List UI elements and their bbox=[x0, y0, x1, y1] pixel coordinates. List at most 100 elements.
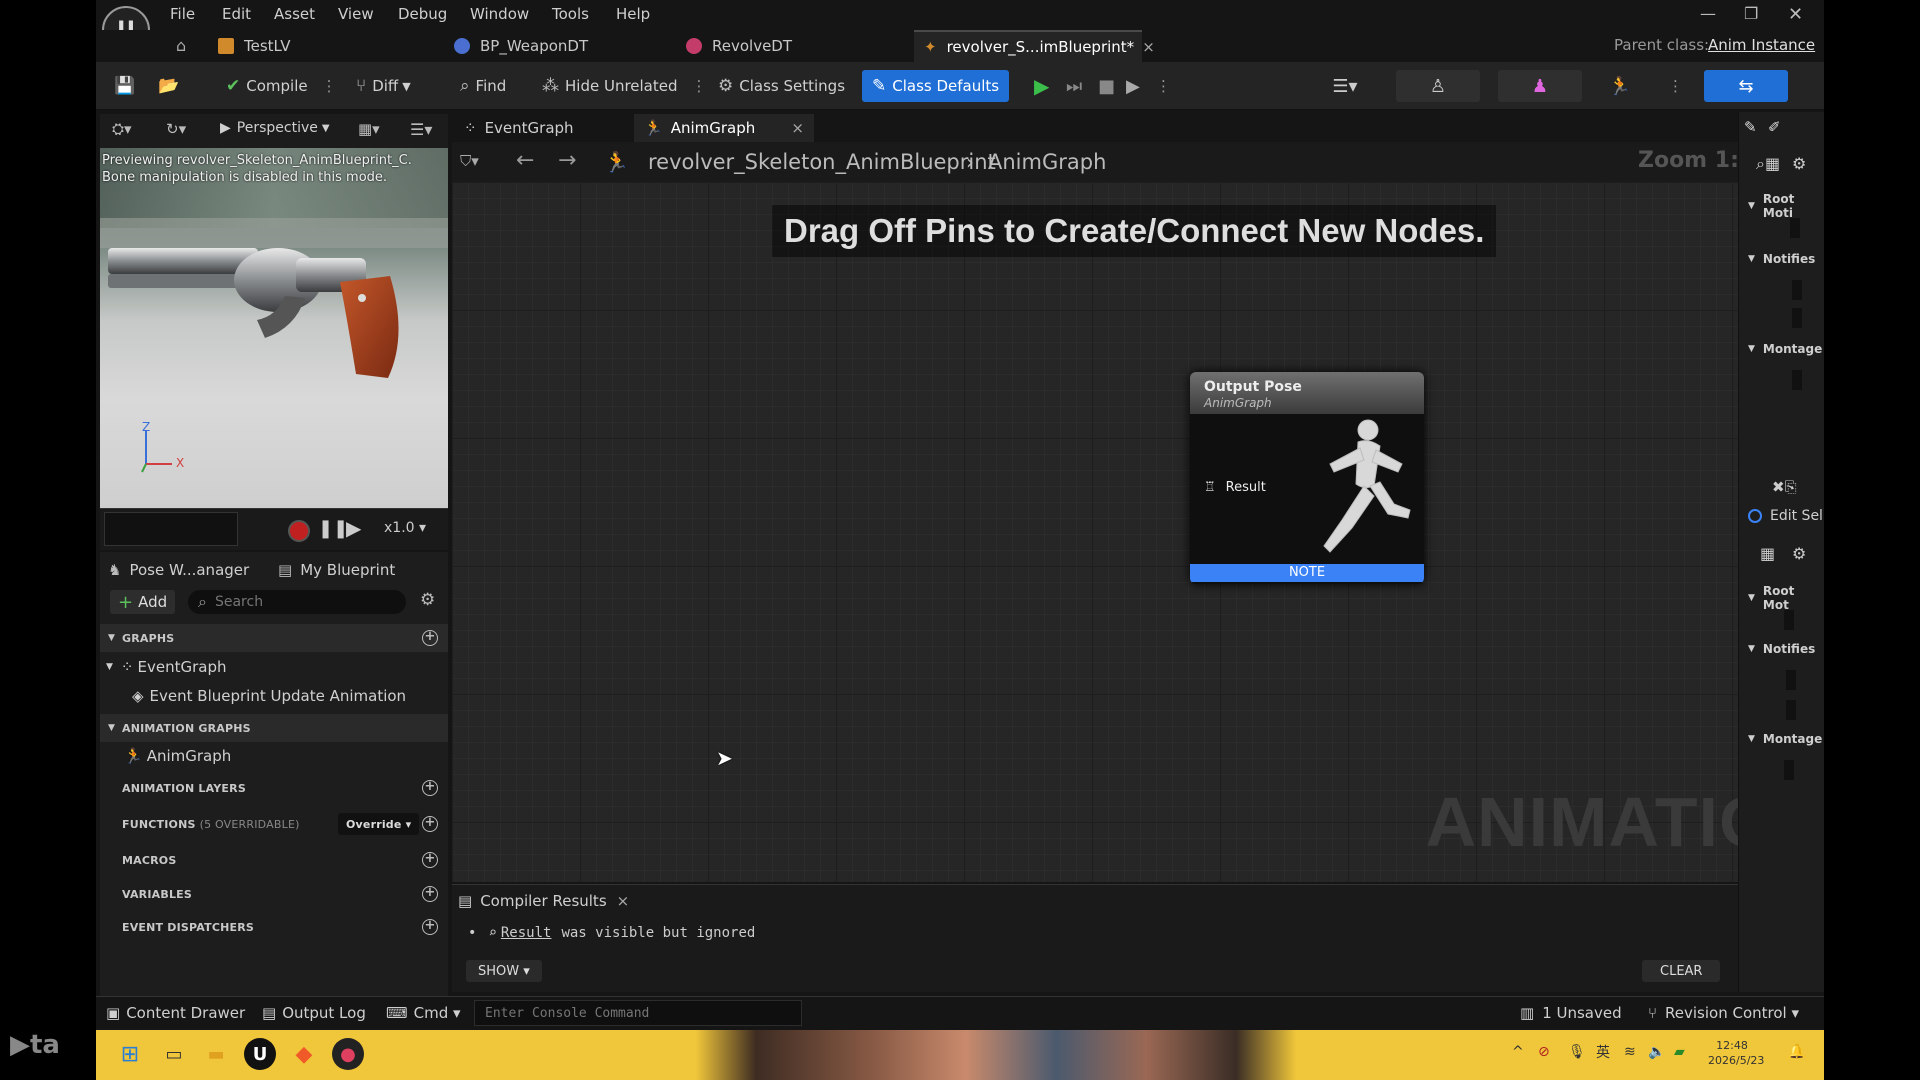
section-event-dispatchers[interactable]: EVENT DISPATCHERS + bbox=[100, 913, 448, 941]
menu-debug[interactable]: Debug bbox=[398, 5, 447, 23]
app-icon[interactable]: ● bbox=[332, 1038, 364, 1070]
more-options-icon[interactable]: ⋮ bbox=[692, 77, 707, 95]
step-icon[interactable]: ⏭ bbox=[1066, 70, 1082, 102]
file-explorer-icon[interactable]: ▬ bbox=[200, 1038, 232, 1070]
notification-icon[interactable]: 🔔 bbox=[1788, 1044, 1805, 1060]
tab-eventgraph[interactable]: ⁘ EventGraph bbox=[454, 114, 584, 142]
preview-viewport[interactable]: Previewing revolver_Skeleton_AnimBluepri… bbox=[100, 148, 448, 508]
close-tab-icon[interactable]: × bbox=[617, 892, 630, 910]
breadcrumb-leaf[interactable]: AnimGraph bbox=[988, 150, 1106, 174]
section-graphs[interactable]: ▼ GRAPHS + bbox=[100, 624, 448, 652]
record-icon[interactable] bbox=[288, 520, 310, 542]
add-function-icon[interactable]: + bbox=[422, 816, 438, 832]
unsaved-button[interactable]: ▥ 1 Unsaved bbox=[1520, 1004, 1622, 1022]
output-pose-node[interactable]: Output Pose AnimGraph ♖ Result NOTE bbox=[1190, 372, 1424, 584]
brave-icon[interactable]: ◆ bbox=[288, 1038, 320, 1070]
bookmark-icon[interactable]: ⛉▾ bbox=[460, 152, 479, 170]
layout-menu-icon[interactable]: ☰▾ bbox=[1318, 70, 1372, 102]
pause-icon[interactable]: ❚❚ bbox=[318, 518, 348, 539]
class-settings-button[interactable]: ⚙ Class Settings bbox=[718, 70, 845, 102]
override-dropdown[interactable]: Override ▾ bbox=[338, 813, 420, 835]
play-icon[interactable]: ▶ bbox=[1034, 70, 1049, 102]
section-notifies-2[interactable]: ▼ Notifies bbox=[1748, 642, 1815, 656]
section-montage[interactable]: ▼ Montage bbox=[1748, 342, 1822, 356]
volume-icon[interactable]: 🔈 bbox=[1648, 1044, 1665, 1060]
cmd-dropdown[interactable]: ⌨ Cmd ▾ bbox=[386, 1004, 461, 1022]
play-forward-icon[interactable]: ▶ bbox=[346, 516, 361, 540]
tab-bp-weapondt[interactable]: BP_WeaponDT bbox=[444, 30, 598, 62]
class-defaults-button[interactable]: ✎ Class Defaults bbox=[862, 70, 1010, 102]
menu-window[interactable]: Window bbox=[470, 5, 529, 23]
brush-icon[interactable]: ✐ bbox=[1768, 118, 1781, 136]
section-notifies[interactable]: ▼ Notifies bbox=[1748, 252, 1815, 266]
home-icon[interactable]: ⌂ bbox=[176, 36, 186, 55]
menu-asset[interactable]: Asset bbox=[274, 5, 315, 23]
tray-chevron-icon[interactable]: ^ bbox=[1512, 1044, 1524, 1060]
add-graph-icon[interactable]: + bbox=[422, 630, 438, 646]
rotate-icon[interactable]: ↻▾ bbox=[166, 120, 186, 138]
graph-canvas[interactable]: ANIMATION bbox=[452, 182, 1824, 882]
play-options-icon[interactable]: ⋮ bbox=[1156, 70, 1171, 102]
menu-tools[interactable]: Tools bbox=[552, 5, 589, 23]
add-layer-icon[interactable]: + bbox=[422, 780, 438, 796]
section-functions[interactable]: FUNCTIONS (5 OVERRIDABLE) Override ▾ + bbox=[100, 810, 448, 838]
minimize-icon[interactable]: — bbox=[1700, 4, 1716, 23]
search-input[interactable] bbox=[214, 594, 385, 610]
message-link[interactable]: Result bbox=[501, 925, 552, 941]
tree-item-event-update[interactable]: ◈ Event Blueprint Update Animation bbox=[132, 683, 406, 709]
section-macros[interactable]: MACROS + bbox=[100, 846, 448, 874]
browse-icon[interactable]: 📂 bbox=[158, 70, 185, 102]
blueprint-mode-icon[interactable]: ⇆ bbox=[1704, 70, 1788, 102]
menu-view[interactable]: View bbox=[338, 5, 374, 23]
forward-arrow-icon[interactable]: → bbox=[558, 148, 576, 173]
section-root-motion-2[interactable]: ▼ Root Mot bbox=[1748, 584, 1824, 612]
tab-revolver-animblueprint[interactable]: ✦ revolver_S...imBlueprint* × bbox=[914, 30, 1155, 62]
tab-animgraph[interactable]: 🏃 AnimGraph × bbox=[634, 114, 814, 142]
revision-control-button[interactable]: ⑂ Revision Control ▾ bbox=[1648, 1004, 1799, 1022]
breadcrumb-root[interactable]: revolver_Skeleton_AnimBlueprint bbox=[648, 150, 996, 174]
mesh-mode-icon[interactable]: ♟ bbox=[1498, 70, 1582, 102]
close-tab-icon[interactable]: × bbox=[791, 119, 804, 137]
search-box[interactable]: ⌕ bbox=[188, 590, 406, 614]
add-variable-icon[interactable]: + bbox=[422, 886, 438, 902]
section-root-motion[interactable]: ▼ Root Moti bbox=[1748, 192, 1824, 220]
menu-edit[interactable]: Edit bbox=[222, 5, 251, 23]
view-mode-icon[interactable]: ▦▾ bbox=[358, 120, 380, 138]
console-input-box[interactable] bbox=[474, 1000, 802, 1026]
hide-unrelated-button[interactable]: ⁂ Hide Unrelated ⋮ bbox=[542, 70, 707, 102]
settings-gear-icon[interactable]: ⚙ bbox=[420, 590, 435, 610]
perspective-dropdown[interactable]: ▶ Perspective ▼ bbox=[220, 120, 330, 136]
battery-icon[interactable]: ▰ bbox=[1674, 1044, 1685, 1060]
skeleton-mode-icon[interactable]: ♙ bbox=[1396, 70, 1480, 102]
tree-item-eventgraph[interactable]: ▼ ⁘ EventGraph bbox=[106, 654, 226, 680]
console-input[interactable] bbox=[475, 1001, 795, 1025]
playback-speed-dropdown[interactable]: x1.0 ▾ bbox=[384, 520, 426, 536]
save-icon[interactable]: 💾 bbox=[114, 70, 141, 102]
output-log-button[interactable]: ▤ Output Log bbox=[262, 1004, 366, 1022]
section-animation-graphs[interactable]: ▼ ANIMATION GRAPHS bbox=[100, 714, 448, 742]
close-window-icon[interactable]: ✕ bbox=[1788, 4, 1803, 25]
simulate-icon[interactable]: ▶ bbox=[1126, 70, 1140, 102]
stop-icon[interactable]: ■ bbox=[1098, 70, 1115, 102]
clear-button[interactable]: CLEAR bbox=[1642, 960, 1721, 982]
content-drawer-button[interactable]: ▣ Content Drawer bbox=[106, 1004, 245, 1022]
details-gear-icon-2[interactable]: ⚙ bbox=[1792, 544, 1806, 563]
add-macro-icon[interactable]: + bbox=[422, 852, 438, 868]
details-gear-icon[interactable]: ⚙ bbox=[1792, 154, 1806, 173]
section-animation-layers[interactable]: ANIMATION LAYERS + bbox=[100, 774, 448, 802]
parent-class-link[interactable]: Anim Instance bbox=[1708, 36, 1815, 54]
compile-button[interactable]: ✔ Compile ⋮ bbox=[226, 70, 337, 102]
find-button[interactable]: ⌕ Find bbox=[460, 70, 506, 102]
edit-icon[interactable]: ✎ bbox=[1744, 118, 1757, 136]
search-columns-icon[interactable]: ⌕▦ bbox=[1756, 154, 1780, 174]
back-arrow-icon[interactable]: ← bbox=[516, 148, 534, 173]
clock[interactable]: 12:48 2026/5/23 bbox=[1708, 1038, 1764, 1068]
add-button[interactable]: + Add bbox=[110, 590, 176, 614]
section-montage-2[interactable]: ▼ Montage bbox=[1748, 732, 1822, 746]
tab-my-blueprint[interactable]: ▤ My Blueprint × bbox=[278, 556, 478, 584]
wifi-icon[interactable]: ≋ bbox=[1624, 1044, 1636, 1060]
compile-options-icon[interactable]: ⋮ bbox=[322, 77, 337, 95]
section-variables[interactable]: VARIABLES + bbox=[100, 880, 448, 908]
close-tab-icon[interactable]: × bbox=[1142, 38, 1155, 56]
restore-icon[interactable]: ❐ bbox=[1744, 4, 1758, 23]
